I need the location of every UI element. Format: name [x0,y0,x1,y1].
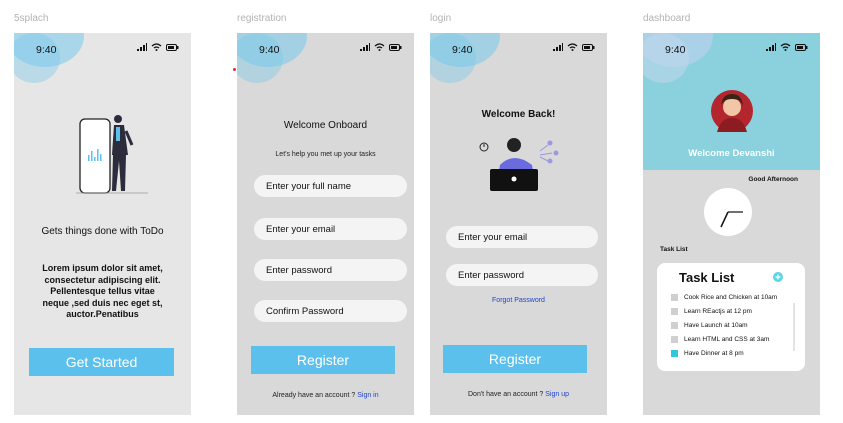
registration-subtitle: Let's help you met up your tasks [275,151,376,158]
wifi-icon [151,43,162,51]
email-field[interactable]: Enter your email [254,218,407,240]
task-item[interactable]: Have Launch at 10am [671,322,748,329]
battery-icon [166,43,179,51]
confirm-password-field[interactable]: Confirm Password [254,300,407,322]
status-bar: 9:40 [643,33,820,63]
status-icons [766,43,808,51]
greeting-text: Good Afternoon [748,176,798,183]
signal-icon [137,43,147,51]
status-time: 9:40 [259,44,280,56]
frame-label-registration: registration [237,13,287,24]
task-item[interactable]: Learn HTML and CSS at 3am [671,336,769,343]
splash-body: Lorem ipsum dolor sit amet, consectetur … [14,263,191,321]
laptop-person-illustration [479,138,559,191]
task-item[interactable]: Learn REactjs at 12 pm [671,308,752,315]
registration-screen: 9:40 Welcome Onboard Let's help you met … [237,33,414,415]
frame-label-dashboard: dashboard [643,13,691,24]
add-task-button[interactable] [773,272,783,282]
status-bar: 9:40 [237,33,414,63]
login-screen: 9:40 Welcome Back! Enter your email Ente… [430,33,607,415]
task-text: Have Dinner at 8 pm [684,350,744,357]
splash-body-line: Pellentesque tellus vitae [50,286,155,296]
status-time: 9:40 [36,44,57,56]
task-item[interactable]: Cook Rice and Chicken at 10am [671,294,777,301]
wifi-icon [374,43,385,51]
task-checkbox[interactable] [671,294,678,301]
task-card-title: Task List [679,270,735,285]
task-text: Learn REactjs at 12 pm [684,308,752,315]
get-started-button[interactable]: Get Started [29,348,174,376]
status-bar: 9:40 [14,33,191,63]
status-icons [360,43,402,51]
wifi-icon [567,43,578,51]
registration-title: Welcome Onboard [283,120,368,131]
login-title: Welcome Back! [481,109,556,120]
sign-up-link[interactable]: Sign up [545,391,569,398]
splash-screen: 9:40 Gets things done with ToDo Lorem ip… [14,33,191,415]
register-button[interactable]: Register [443,345,587,373]
splash-body-line: auctor.Penatibus [66,309,139,319]
password-field[interactable]: Enter password [254,259,407,281]
phone-person-illustration [76,115,148,194]
signin-prompt-text: Already have an account ? [272,392,356,399]
signup-prompt-text: Don't have an account ? [468,391,544,398]
status-time: 9:40 [452,44,473,56]
signin-prompt: Already have an account ? Sign in [237,392,414,399]
splash-body-line: neque ,sed duis nec eget st, [42,297,163,308]
task-checkbox-checked[interactable] [671,350,678,357]
welcome-text: Welcome Devanshi [688,148,775,159]
battery-icon [389,43,402,51]
wifi-icon [780,43,791,51]
task-checkbox[interactable] [671,308,678,315]
status-time: 9:40 [665,44,686,56]
clock-icon [704,188,752,236]
email-field[interactable]: Enter your email [446,226,598,248]
forgot-password-link[interactable]: Forgot Password [430,297,607,304]
dashboard-screen: 9:40 Welcome Devanshi Good Afternoon Tas… [643,33,820,415]
task-list-scrollbar[interactable] [793,303,795,351]
task-text: Cook Rice and Chicken at 10am [684,294,778,301]
battery-icon [795,43,808,51]
task-list-label: Task List [660,246,688,253]
task-item[interactable]: Have Dinner at 8 pm [671,350,744,357]
password-field[interactable]: Enter password [446,264,598,286]
task-checkbox[interactable] [671,336,678,343]
status-bar: 9:40 [430,33,607,63]
task-checkbox[interactable] [671,322,678,329]
marker-dot [233,68,236,71]
status-icons [137,43,179,51]
frame-label-login: login [430,13,452,24]
signup-prompt: Don't have an account ? Sign up [430,391,607,398]
sign-in-link[interactable]: Sign in [357,392,378,399]
battery-icon [582,43,595,51]
splash-body-line: consectetur adipiscing elit. [44,274,161,285]
avatar[interactable] [711,90,753,132]
signal-icon [360,43,370,51]
task-text: Have Launch at 10am [684,322,748,329]
signal-icon [766,43,776,51]
splash-body-line: Lorem ipsum dolor sit amet, [42,263,163,273]
signal-icon [553,43,563,51]
frame-label-splash: 5splach [14,13,49,24]
full-name-field[interactable]: Enter your full name [254,175,407,197]
task-text: Learn HTML and CSS at 3am [684,336,770,343]
task-list-card: Task List Cook Rice and Chicken at 10am … [657,263,805,371]
splash-headline: Gets things done with ToDo [41,226,164,237]
status-icons [553,43,595,51]
register-button[interactable]: Register [251,346,395,374]
